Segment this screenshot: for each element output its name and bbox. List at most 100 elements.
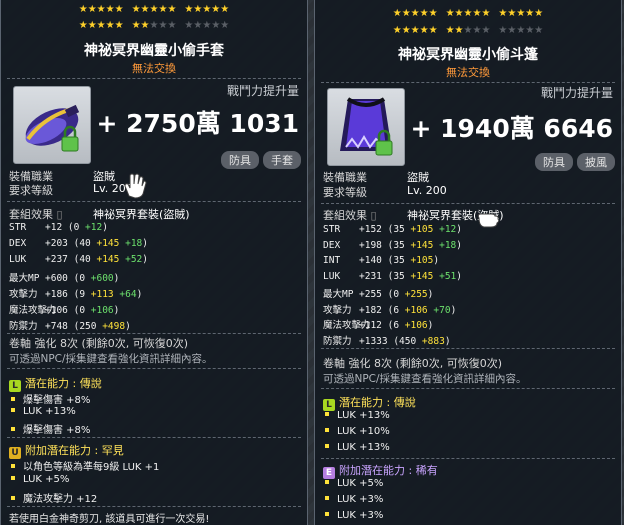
additional-potential-line: LUK +3% (325, 494, 383, 505)
stat-part: +105 (410, 224, 434, 235)
stat-part: +106 (404, 304, 428, 316)
scroll-enhance: 卷軸 強化 8次 (剩餘0次, 可恢復0次) (9, 337, 189, 350)
combat-power-label: 戰鬥力提升量 (540, 86, 613, 100)
scissors-note: 若使用白金神奇剪刀, 該道具可進行一次交易! (9, 514, 210, 525)
stat-part: +113 (90, 289, 114, 300)
stat-part: INT (323, 255, 341, 266)
additional-potential-line: 以角色等級為準每9級 LUK +1 (11, 458, 159, 473)
enhance-note: 可透過NPC/採集鍵查看強化資訊詳細內容。 (323, 373, 527, 385)
stat-part: +1333 (450 (359, 335, 422, 347)
divider (7, 201, 301, 202)
set-effect-label: 套組效果 ▯ (9, 208, 63, 221)
level-label: 要求等級 (9, 184, 53, 197)
stat-part: ) (433, 255, 440, 266)
additional-potential-line: 魔法攻擊力 +12 (11, 490, 97, 505)
divider (321, 348, 615, 349)
stat-row: INT +140 (35 +105) (323, 255, 439, 266)
stat-part: +152 (35 (359, 224, 411, 235)
no-trade-label: 無法交換 (132, 62, 176, 75)
star-force-row-1: ★★★★★ ★★★★★ ★★★★★ (78, 4, 230, 15)
stat-row: 防禦力 +1333 (450 +883) (323, 333, 451, 347)
potential-line: LUK +13% (11, 406, 76, 417)
stat-part: STR (9, 222, 27, 233)
potential-line: LUK +13% (325, 410, 390, 421)
potential-header: L 潛在能力 : 傳說 (9, 375, 102, 392)
stat-part: DEX (323, 239, 341, 251)
stat-part: +12 (85, 222, 103, 233)
enhance-note: 可透過NPC/採集鍵查看強化資訊詳細內容。 (9, 353, 213, 365)
tag-cape: 披風 (577, 153, 615, 171)
stat-part: +145 (96, 238, 120, 249)
stat-part: STR (323, 224, 341, 235)
stat-part: +237 (40 (45, 254, 97, 265)
stat-row: 攻擊力 +182 (6 +106 +70) (323, 302, 456, 316)
stat-row: STR +12 (0 +12) (9, 222, 108, 233)
stat-part: +12 (439, 224, 457, 235)
stat-part: ) (142, 238, 149, 249)
divider (7, 333, 301, 334)
stat-row: STR +152 (35 +105 +12) (323, 224, 462, 235)
stat-part: +498 (102, 321, 126, 332)
level-label: 要求等級 (323, 186, 367, 199)
stat-part: +600 (90, 273, 114, 284)
stat-part: +105 (410, 255, 434, 266)
divider (321, 82, 615, 83)
stat-part: 攻擊力 (323, 304, 352, 316)
stat-part: 最大MP (9, 273, 40, 284)
stat-part: +64 (119, 289, 137, 300)
stat-part: +18 (439, 239, 457, 251)
divider (321, 203, 615, 204)
stat-part: 防禦力 (323, 335, 352, 347)
stat-part: ) (113, 273, 120, 284)
stat-part: 最大MP (323, 289, 354, 300)
stat-part: +198 (35 (359, 239, 411, 251)
stat-row: 攻擊力 +186 (9 +113 +64) (9, 286, 142, 300)
stat-part: ) (456, 239, 463, 251)
stat-part: 攻擊力 (9, 289, 38, 300)
stat-part: +186 (9 (45, 289, 91, 300)
item-icon-box (327, 88, 405, 166)
level-value: Lv. 200 (407, 184, 447, 197)
stat-part: +231 (35 (359, 270, 411, 282)
item-title: 神祕冥界幽靈小偷手套 (84, 43, 224, 59)
stat-part: ) (142, 254, 149, 265)
tag-gloves: 手套 (263, 151, 301, 169)
potential-header: L 潛在能力 : 傳說 (323, 394, 416, 411)
job-label: 裝備職業 (323, 171, 367, 184)
tooltip-cape: ★★★★★ ★★★★★ ★★★★★ ★★★★★ ★★★★★ ★★★★★ 神祕冥界幽靈小偷… (314, 0, 622, 525)
hand-cursor-icon (124, 173, 147, 199)
stat-part: +883 (421, 335, 445, 347)
stat-part: ) (456, 270, 463, 282)
stat-part: LUK (9, 254, 27, 265)
combat-power-value: + 2750萬 1031 (96, 109, 299, 138)
stat-part: DEX (9, 238, 27, 249)
stat-row: 最大MP +255 (0 +255) (323, 286, 433, 300)
stat-part: +145 (410, 270, 434, 282)
stat-row: LUK +231 (35 +145 +51) (323, 271, 462, 282)
additional-potential-line: LUK +5% (11, 474, 69, 485)
stat-part: +106 (0 (45, 305, 91, 316)
stat-part: ) (102, 222, 108, 233)
potential-line: LUK +13% (325, 442, 390, 453)
stat-part: ) (450, 304, 457, 316)
stat-part: +600 (0 (45, 273, 91, 284)
stat-row: 防禦力 +748 (250 +498) (9, 318, 131, 332)
job-value: 盜賊 (407, 171, 429, 184)
divider (321, 458, 615, 459)
potential-line: LUK +10% (325, 426, 390, 437)
divider (321, 388, 615, 389)
stat-part: +52 (125, 254, 143, 265)
combat-power-label: 戰鬥力提升量 (226, 84, 299, 98)
stat-part: ) (427, 320, 434, 331)
stat-part: ) (136, 289, 143, 300)
stat-part: +106 (404, 320, 428, 331)
divider (7, 437, 301, 438)
stat-part: +70 (433, 304, 451, 316)
stat-part: ) (456, 224, 463, 235)
star-force-row-2: ★★★★★ ★★★★★ ★★★★★ (78, 20, 230, 31)
stat-part: +145 (96, 254, 120, 265)
stat-row: DEX +198 (35 +145 +18) (323, 240, 462, 251)
stat-part: LUK (323, 270, 341, 282)
stat-part: +106 (90, 305, 114, 316)
stat-row: LUK +237 (40 +145 +52) (9, 254, 148, 265)
